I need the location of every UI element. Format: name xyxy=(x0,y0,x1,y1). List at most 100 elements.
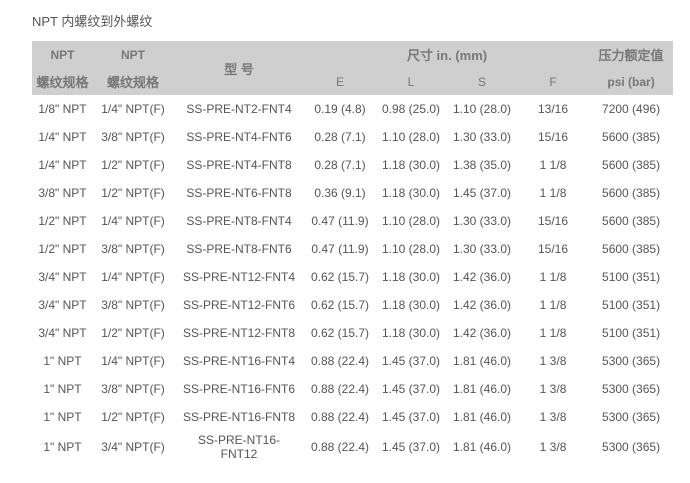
cell-female-thread: 1/2" NPT(F) xyxy=(101,186,165,200)
cell-model: SS-PRE-NT16-FNT6 xyxy=(182,382,295,396)
table-row: 3/4" NPT 3/8" NPT(F) SS-PRE-NT12-FNT6 0.62 … xyxy=(32,291,673,319)
cell-female-thread: 1/2" NPT(F) xyxy=(101,326,165,340)
cell-dim-s: 1.81 (46.0) xyxy=(452,440,512,454)
cell-dim-s: 1.10 (28.0) xyxy=(452,102,512,116)
cell-dim-e: 0.62 (15.7) xyxy=(310,298,370,312)
cell-female-thread: 1/4" NPT(F) xyxy=(101,214,165,228)
cell-female-thread: 3/8" NPT(F) xyxy=(101,242,165,256)
cell-dim-f: 1 3/8 xyxy=(539,354,567,368)
cell-dim-f: 1 3/8 xyxy=(539,440,567,454)
cell-pressure: 5600 (385) xyxy=(602,242,661,256)
table-row: 1/8" NPT 1/4" NPT(F) SS-PRE-NT2-FNT4 0.19 (… xyxy=(32,95,673,123)
cell-female-thread: 3/8" NPT(F) xyxy=(101,382,165,396)
table-row: 3/4" NPT 1/2" NPT(F) SS-PRE-NT12-FNT8 0.62 … xyxy=(32,319,673,347)
cell-male-thread: 1" NPT xyxy=(43,354,82,368)
header-pressure: 压力额定值 xyxy=(589,41,674,68)
cell-male-thread: 1/4" NPT xyxy=(38,130,87,144)
header-npt-female: NPT xyxy=(93,41,173,68)
cell-dim-e: 0.62 (15.7) xyxy=(310,326,370,340)
header-pressure-units: psi (bar) xyxy=(589,68,674,95)
table-row: 1" NPT 1/2" NPT(F) SS-PRE-NT16-FNT8 0.88 (2… xyxy=(32,403,673,431)
cell-dim-l: 1.18 (30.0) xyxy=(381,270,441,284)
cell-male-thread: 3/4" NPT xyxy=(38,298,87,312)
cell-dim-l: 1.45 (37.0) xyxy=(381,410,441,424)
cell-female-thread: 1/4" NPT(F) xyxy=(101,354,165,368)
cell-dim-e: 0.28 (7.1) xyxy=(314,158,366,172)
cell-male-thread: 1" NPT xyxy=(43,382,82,396)
cell-dim-l: 0.98 (25.0) xyxy=(381,102,441,116)
cell-dim-f: 13/16 xyxy=(538,102,569,116)
cell-dim-f: 1 1/8 xyxy=(539,298,567,312)
table-row: 1/2" NPT 3/8" NPT(F) SS-PRE-NT8-FNT6 0.47 (… xyxy=(32,235,673,263)
cell-pressure: 5100 (351) xyxy=(602,298,661,312)
cell-male-thread: 3/4" NPT xyxy=(38,270,87,284)
cell-pressure: 5600 (385) xyxy=(602,158,661,172)
cell-pressure: 5300 (365) xyxy=(602,410,661,424)
cell-dim-e: 0.47 (11.9) xyxy=(311,214,369,228)
cell-model: SS-PRE-NT4-FNT6 xyxy=(186,130,292,144)
cell-dim-s: 1.42 (36.0) xyxy=(452,270,512,284)
page-title: NPT 内螺纹到外螺纹 xyxy=(32,14,153,29)
table-row: 1/4" NPT 3/8" NPT(F) SS-PRE-NT4-FNT6 0.28 (… xyxy=(32,123,673,151)
table-row: 3/8" NPT 1/2" NPT(F) SS-PRE-NT6-FNT8 0.36 (… xyxy=(32,179,673,207)
cell-male-thread: 3/4" NPT xyxy=(38,326,87,340)
table-row: 1" NPT 1/4" NPT(F) SS-PRE-NT16-FNT4 0.88 (2… xyxy=(32,347,673,375)
cell-dim-s: 1.30 (33.0) xyxy=(452,214,512,228)
table-row: 3/4" NPT 1/4" NPT(F) SS-PRE-NT12-FNT4 0.62 … xyxy=(32,263,673,291)
cell-male-thread: 1/8" NPT xyxy=(38,102,87,116)
cell-dim-f: 15/16 xyxy=(538,214,569,228)
cell-model: SS-PRE-NT8-FNT4 xyxy=(186,214,292,228)
cell-model: SS-PRE-NT16- FNT12 xyxy=(197,433,280,461)
cell-pressure: 5100 (351) xyxy=(602,326,661,340)
header-dimensions: 尺寸 in. (mm) xyxy=(305,41,590,68)
cell-dim-l: 1.18 (30.0) xyxy=(381,158,441,172)
header-thread-spec-female: 螺纹规格 xyxy=(93,68,173,95)
table-row: 1" NPT 3/8" NPT(F) SS-PRE-NT16-FNT6 0.88 (2… xyxy=(32,375,673,403)
cell-dim-l: 1.18 (30.0) xyxy=(381,326,441,340)
cell-female-thread: 3/8" NPT(F) xyxy=(101,130,165,144)
cell-dim-e: 0.28 (7.1) xyxy=(314,130,366,144)
cell-model: SS-PRE-NT12-FNT6 xyxy=(182,298,295,312)
cell-pressure: 5300 (365) xyxy=(602,382,661,396)
cell-dim-e: 0.88 (22.4) xyxy=(310,410,370,424)
table-row: 1" NPT 3/4" NPT(F) SS-PRE-NT16- FNT12 0.88 (… xyxy=(32,431,673,463)
cell-male-thread: 1/2" NPT xyxy=(38,242,87,256)
cell-female-thread: 1/2" NPT(F) xyxy=(101,158,165,172)
table-body: 1/8" NPT 1/4" NPT(F) SS-PRE-NT2-FNT4 0.19 (… xyxy=(32,95,673,463)
cell-dim-s: 1.81 (46.0) xyxy=(452,410,512,424)
cell-dim-e: 0.88 (22.4) xyxy=(310,382,370,396)
cell-dim-e: 0.36 (9.1) xyxy=(314,186,366,200)
cell-female-thread: 1/2" NPT(F) xyxy=(101,410,165,424)
header-dim-s: S xyxy=(447,68,517,95)
cell-dim-s: 1.42 (36.0) xyxy=(452,326,512,340)
cell-pressure: 5300 (365) xyxy=(602,440,661,454)
cell-dim-e: 0.19 (4.8) xyxy=(314,102,366,116)
cell-dim-f: 1 3/8 xyxy=(539,382,567,396)
cell-female-thread: 3/8" NPT(F) xyxy=(101,298,165,312)
cell-model: SS-PRE-NT8-FNT6 xyxy=(186,242,292,256)
cell-pressure: 5600 (385) xyxy=(602,186,661,200)
cell-pressure: 7200 (496) xyxy=(602,102,661,116)
cell-dim-f: 1 3/8 xyxy=(539,410,567,424)
cell-dim-l: 1.18 (30.0) xyxy=(381,186,441,200)
cell-male-thread: 3/8" NPT xyxy=(38,186,87,200)
cell-male-thread: 1" NPT xyxy=(43,440,82,454)
cell-model: SS-PRE-NT2-FNT4 xyxy=(186,102,292,116)
header-model: 型 号 xyxy=(173,41,305,95)
cell-dim-l: 1.10 (28.0) xyxy=(381,214,441,228)
header-dim-f: F xyxy=(517,68,590,95)
cell-dim-f: 1 1/8 xyxy=(539,326,567,340)
header-dim-e: E xyxy=(305,68,375,95)
header-thread-spec-male: 螺纹规格 xyxy=(32,68,93,95)
cell-dim-f: 15/16 xyxy=(538,130,569,144)
cell-dim-l: 1.45 (37.0) xyxy=(381,440,441,454)
cell-dim-f: 15/16 xyxy=(538,242,569,256)
cell-female-thread: 1/4" NPT(F) xyxy=(101,270,165,284)
cell-dim-s: 1.42 (36.0) xyxy=(452,298,512,312)
cell-model: SS-PRE-NT12-FNT8 xyxy=(182,326,295,340)
cell-pressure: 5100 (351) xyxy=(602,270,661,284)
cell-dim-s: 1.45 (37.0) xyxy=(452,186,512,200)
cell-pressure: 5300 (365) xyxy=(602,354,661,368)
cell-dim-l: 1.10 (28.0) xyxy=(381,130,441,144)
cell-dim-f: 1 1/8 xyxy=(539,270,567,284)
